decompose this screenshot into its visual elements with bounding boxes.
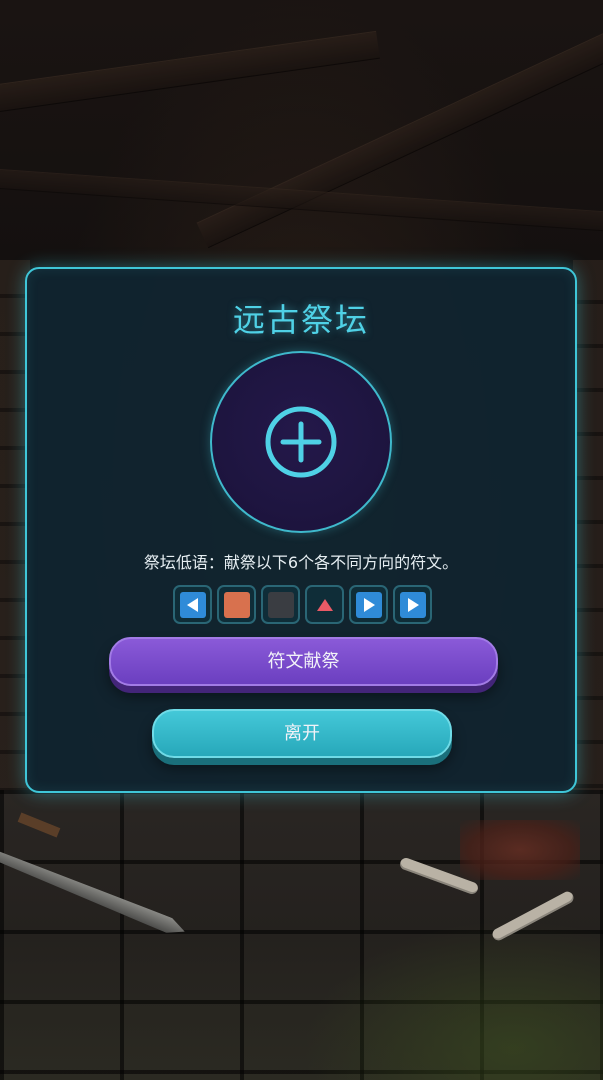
rune-slot[interactable] [349, 585, 388, 624]
arrow-left-icon [179, 591, 206, 618]
rune-slot[interactable] [173, 585, 212, 624]
rune-slot[interactable] [393, 585, 432, 624]
gray-square-icon [267, 591, 294, 618]
moss-patch [303, 920, 603, 1080]
red-cloth [460, 820, 580, 880]
rune-slot[interactable] [305, 585, 344, 624]
orange-square-icon [223, 591, 250, 618]
rune-slot[interactable] [261, 585, 300, 624]
stone-wall-right [573, 260, 603, 820]
dialog-title: 远古祭坛 [232, 301, 369, 339]
plus-circle-icon [265, 406, 337, 478]
ceiling-beam [0, 30, 380, 118]
sacrifice-button[interactable]: 符文献祭 [109, 637, 498, 686]
altar-dialog: 远古祭坛 祭坛低语：献祭以下6个各不同方向的符文。 符文献祭 离开 [25, 267, 577, 793]
offering-slot[interactable] [210, 351, 392, 533]
triangle-up-icon [316, 598, 333, 611]
arrow-right-icon [399, 591, 426, 618]
rune-slot[interactable] [217, 585, 256, 624]
rune-row [173, 585, 432, 624]
arrow-right-icon [355, 591, 382, 618]
leave-button[interactable]: 离开 [152, 709, 452, 758]
altar-hint: 祭坛低语：献祭以下6个各不同方向的符文。 [143, 553, 459, 572]
